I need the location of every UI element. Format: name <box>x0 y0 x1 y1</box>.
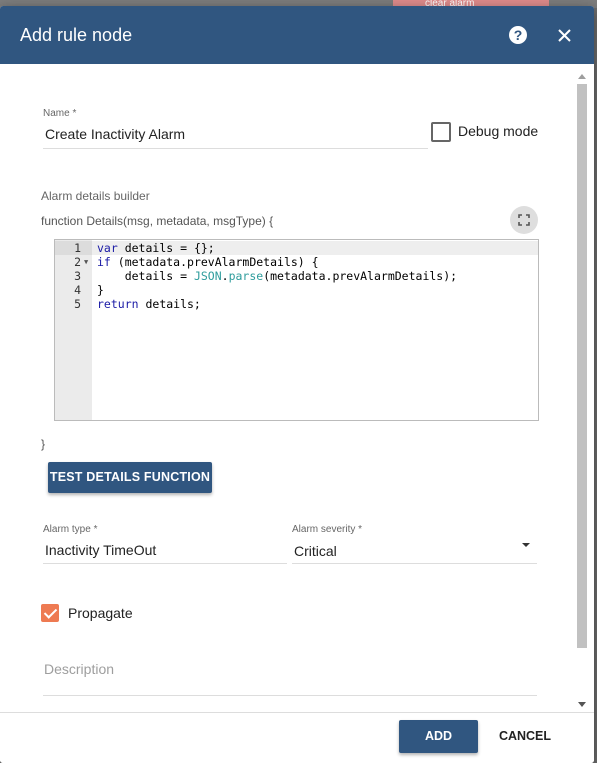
code-line: } <box>97 283 104 297</box>
dialog-title: Add rule node <box>20 25 133 45</box>
alarm-type-label: Alarm type * <box>43 524 98 535</box>
chevron-down-icon[interactable] <box>522 543 530 547</box>
help-icon[interactable]: ? <box>509 26 527 44</box>
description-underline <box>43 695 537 696</box>
code-line: var details = {}; <box>97 241 215 255</box>
alarm-severity-underline <box>292 563 537 564</box>
line-number: 2 <box>74 255 81 269</box>
alarm-type-input[interactable]: Inactivity TimeOut <box>45 542 156 558</box>
name-input[interactable]: Create Inactivity Alarm <box>45 126 185 142</box>
add-rule-node-dialog: Add rule node ? Name * Create Inactivity… <box>0 6 594 763</box>
fold-arrow-icon[interactable]: ▼ <box>84 255 88 269</box>
alarm-type-underline <box>43 563 287 564</box>
dialog-footer: ADD CANCEL <box>0 712 594 763</box>
line-number: 5 <box>74 297 81 311</box>
function-signature: function Details(msg, metadata, msgType)… <box>41 214 274 228</box>
cancel-button[interactable]: CANCEL <box>488 720 562 753</box>
details-builder-label: Alarm details builder <box>41 189 150 203</box>
debug-mode-label: Debug mode <box>458 123 539 139</box>
propagate-checkbox[interactable] <box>41 604 59 622</box>
debug-mode-checkbox[interactable] <box>431 122 451 142</box>
fullscreen-button[interactable] <box>510 206 538 234</box>
code-line: if (metadata.prevAlarmDetails) { <box>97 255 319 269</box>
scrollbar[interactable] <box>575 70 589 710</box>
scroll-up-arrow-icon[interactable] <box>578 74 586 79</box>
propagate-label: Propagate <box>68 605 133 621</box>
code-editor[interactable]: 1 2 ▼ 3 4 5 var details = {}; if (metada… <box>54 239 539 421</box>
description-input[interactable]: Description <box>44 661 114 677</box>
line-number: 3 <box>74 269 81 283</box>
line-number: 1 <box>74 241 81 255</box>
dialog-body: Name * Create Inactivity Alarm Debug mod… <box>0 64 594 712</box>
fullscreen-icon <box>518 214 530 226</box>
code-line: return details; <box>97 297 201 311</box>
add-button[interactable]: ADD <box>399 720 478 753</box>
code-line: details = JSON.parse(metadata.prevAlarmD… <box>97 269 458 283</box>
scroll-down-arrow-icon[interactable] <box>578 702 586 707</box>
checkmark-icon <box>43 605 58 619</box>
scroll-thumb[interactable] <box>577 84 587 648</box>
name-label: Name * <box>43 108 77 119</box>
function-closing-brace: } <box>41 437 46 451</box>
alarm-severity-label: Alarm severity * <box>292 524 363 535</box>
dialog-header: Add rule node ? <box>0 6 594 64</box>
line-number: 4 <box>74 283 81 297</box>
name-underline <box>43 148 428 149</box>
alarm-severity-select[interactable]: Critical <box>294 543 337 559</box>
test-details-function-button[interactable]: TEST DETAILS FUNCTION <box>48 462 212 493</box>
close-icon[interactable] <box>556 27 573 44</box>
